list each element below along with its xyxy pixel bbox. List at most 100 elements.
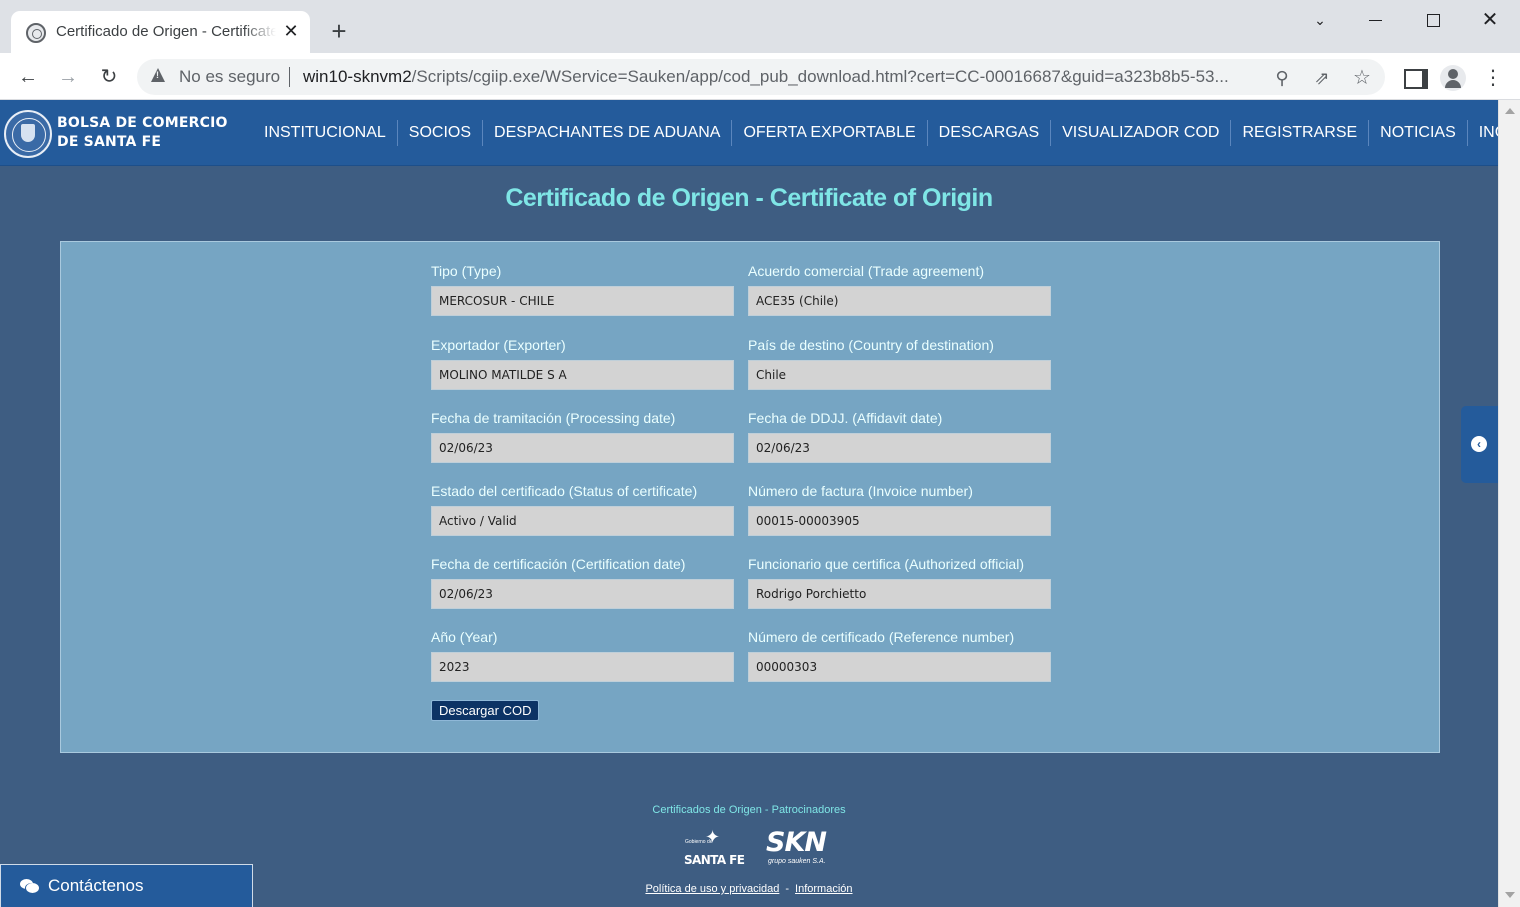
- skn-sponsor-logo[interactable]: SKN grupo sauken S.A.: [766, 827, 827, 869]
- certificate-panel: Tipo (Type) MERCOSUR - CHILE Acuerdo com…: [60, 241, 1440, 753]
- fecha-ddjj-label: Fecha de DDJJ. (Affidavit date): [748, 410, 943, 426]
- scroll-up-arrow-icon[interactable]: [1505, 108, 1515, 114]
- nav-noticias[interactable]: NOTICIAS: [1369, 120, 1468, 146]
- field-pais: País de destino (Country of destination)…: [748, 336, 1051, 390]
- field-tipo: Tipo (Type) MERCOSUR - CHILE: [431, 262, 734, 316]
- bolsa-seal-logo-icon[interactable]: [4, 110, 52, 158]
- skn-logo-small: grupo sauken S.A.: [768, 858, 826, 865]
- funcionario-input[interactable]: Rodrigo Porchietto: [748, 579, 1051, 609]
- nav-visualizador-cod[interactable]: VISUALIZADOR COD: [1051, 120, 1232, 146]
- new-tab-button[interactable]: +: [325, 18, 353, 46]
- field-fecha-certificacion: Fecha de certificación (Certification da…: [431, 555, 734, 609]
- numero-certificado-input[interactable]: 00000303: [748, 652, 1051, 682]
- nav-registrarse[interactable]: REGISTRARSE: [1231, 120, 1370, 146]
- bookmark-star-icon[interactable]: ☆: [1350, 66, 1374, 90]
- fecha-ddjj-input[interactable]: 02/06/23: [748, 433, 1051, 463]
- side-panel-toggle[interactable]: ‹: [1461, 406, 1498, 483]
- forward-arrow-icon[interactable]: →: [52, 61, 84, 93]
- field-numero-certificado: Número de certificado (Reference number)…: [748, 628, 1051, 682]
- tab-title: Certificado de Origen - Certificate of O…: [56, 23, 276, 40]
- logo-line-2: DE SANTA FE: [57, 134, 162, 150]
- nav-socios[interactable]: SOCIOS: [398, 120, 484, 146]
- browser-toolbar: ← → ↻ No es seguro win10-sknvm2/Scripts/…: [0, 53, 1520, 100]
- fecha-certificacion-input[interactable]: 02/06/23: [431, 579, 734, 609]
- zoom-icon[interactable]: ⚲: [1270, 66, 1294, 90]
- pais-label: País de destino (Country of destination): [748, 337, 994, 353]
- browser-menu-icon[interactable]: ⋮: [1480, 65, 1506, 91]
- logo-line-1: BOLSA DE COMERCIO: [57, 115, 228, 131]
- santa-fe-sponsor-logo[interactable]: ✦ Gobierno de SANTA FE: [683, 827, 745, 869]
- address-separator: [289, 67, 290, 87]
- close-window-button[interactable]: ✕: [1470, 6, 1510, 34]
- tab-search-chevron-icon[interactable]: ⌄: [1300, 6, 1340, 34]
- factura-input[interactable]: 00015-00003905: [748, 506, 1051, 536]
- address-bar[interactable]: No es seguro win10-sknvm2/Scripts/cgiip.…: [137, 59, 1385, 95]
- factura-label: Número de factura (Invoice number): [748, 483, 973, 499]
- back-arrow-icon[interactable]: ←: [12, 61, 44, 93]
- field-fecha-tramitacion: Fecha de tramitación (Processing date) 0…: [431, 409, 734, 463]
- site-logo-text[interactable]: BOLSA DE COMERCIO DE SANTA FE: [57, 114, 228, 152]
- chevron-left-icon: ‹: [1471, 436, 1487, 452]
- field-fecha-ddjj: Fecha de DDJJ. (Affidavit date) 02/06/23: [748, 409, 1051, 463]
- browser-tab-bar: Certificado de Origen - Certificate of O…: [0, 0, 1520, 53]
- field-estado: Estado del certificado (Status of certif…: [431, 482, 734, 536]
- url-path: /Scripts/cgiip.exe/WService=Sauken/app/c…: [411, 67, 1229, 86]
- exportador-label: Exportador (Exporter): [431, 337, 566, 353]
- anio-label: Año (Year): [431, 629, 498, 645]
- acuerdo-label: Acuerdo comercial (Trade agreement): [748, 263, 985, 279]
- privacy-policy-link[interactable]: Política de uso y privacidad: [645, 883, 779, 895]
- page-viewport: BOLSA DE COMERCIO DE SANTA FE INSTITUCIO…: [0, 100, 1498, 907]
- field-exportador: Exportador (Exporter) MOLINO MATILDE S A: [431, 336, 734, 390]
- footer-link-separator: -: [785, 883, 790, 895]
- field-funcionario: Funcionario que certifica (Authorized of…: [748, 555, 1051, 609]
- santa-fe-logo-small: Gobierno de: [685, 839, 713, 845]
- skn-logo-text: SKN: [766, 827, 827, 858]
- tipo-label: Tipo (Type): [431, 263, 502, 279]
- site-header: BOLSA DE COMERCIO DE SANTA FE INSTITUCIO…: [0, 100, 1498, 166]
- url-host: win10-sknvm2: [303, 67, 412, 86]
- site-favicon-icon: [26, 23, 46, 43]
- estado-input[interactable]: Activo / Valid: [431, 506, 734, 536]
- profile-avatar-icon[interactable]: [1440, 65, 1466, 91]
- page-title: Certificado de Origen - Certificate of O…: [505, 184, 993, 212]
- field-anio: Año (Year) 2023: [431, 628, 734, 682]
- warning-triangle-icon[interactable]: [151, 68, 165, 82]
- minimize-window-button[interactable]: [1356, 6, 1396, 34]
- exportador-input[interactable]: MOLINO MATILDE S A: [431, 360, 734, 390]
- fecha-tramitacion-input[interactable]: 02/06/23: [431, 433, 734, 463]
- santa-fe-logo-text: SANTA FE: [684, 853, 745, 867]
- estado-label: Estado del certificado (Status of certif…: [431, 483, 698, 499]
- contact-us-label: Contáctenos: [48, 876, 144, 895]
- tipo-input[interactable]: MERCOSUR - CHILE: [431, 286, 734, 316]
- download-cod-button[interactable]: Descargar COD: [431, 700, 540, 721]
- nav-institucional[interactable]: INSTITUCIONAL: [253, 120, 398, 146]
- maximize-window-button[interactable]: [1413, 6, 1453, 34]
- nav-oferta-exportable[interactable]: OFERTA EXPORTABLE: [732, 120, 928, 146]
- chat-bubbles-icon: [20, 879, 39, 893]
- nav-descargas[interactable]: DESCARGAS: [928, 120, 1052, 146]
- browser-tab[interactable]: Certificado de Origen - Certificate of O…: [11, 11, 310, 53]
- funcionario-label: Funcionario que certifica (Authorized of…: [748, 556, 1024, 572]
- field-factura: Número de factura (Invoice number) 00015…: [748, 482, 1051, 536]
- scroll-down-arrow-icon[interactable]: [1505, 892, 1515, 898]
- fecha-certificacion-label: Fecha de certificación (Certification da…: [431, 556, 686, 572]
- information-link[interactable]: Información: [795, 883, 852, 895]
- sponsors-title: Certificados de Origen - Patrocinadores: [652, 804, 846, 816]
- fecha-tramitacion-label: Fecha de tramitación (Processing date): [431, 410, 676, 426]
- numero-certificado-label: Número de certificado (Reference number): [748, 629, 1015, 645]
- field-acuerdo: Acuerdo comercial (Trade agreement) ACE3…: [748, 262, 1051, 316]
- anio-input[interactable]: 2023: [431, 652, 734, 682]
- security-status[interactable]: No es seguro: [179, 67, 280, 87]
- vertical-scrollbar[interactable]: [1498, 100, 1520, 907]
- side-panel-icon[interactable]: [1400, 65, 1428, 91]
- acuerdo-input[interactable]: ACE35 (Chile): [748, 286, 1051, 316]
- url-text[interactable]: win10-sknvm2/Scripts/cgiip.exe/WService=…: [303, 67, 1263, 87]
- pais-input[interactable]: Chile: [748, 360, 1051, 390]
- tab-close-icon[interactable]: ✕: [281, 20, 301, 42]
- main-navigation: INSTITUCIONAL SOCIOS DESPACHANTES DE ADU…: [253, 120, 1498, 146]
- reload-icon[interactable]: ↻: [93, 61, 125, 93]
- nav-despachantes[interactable]: DESPACHANTES DE ADUANA: [483, 120, 733, 146]
- contact-us-tab[interactable]: Contáctenos: [0, 864, 253, 907]
- nav-ingresar[interactable]: INGRESAR: [1468, 120, 1498, 146]
- share-icon[interactable]: ⇗: [1310, 66, 1334, 90]
